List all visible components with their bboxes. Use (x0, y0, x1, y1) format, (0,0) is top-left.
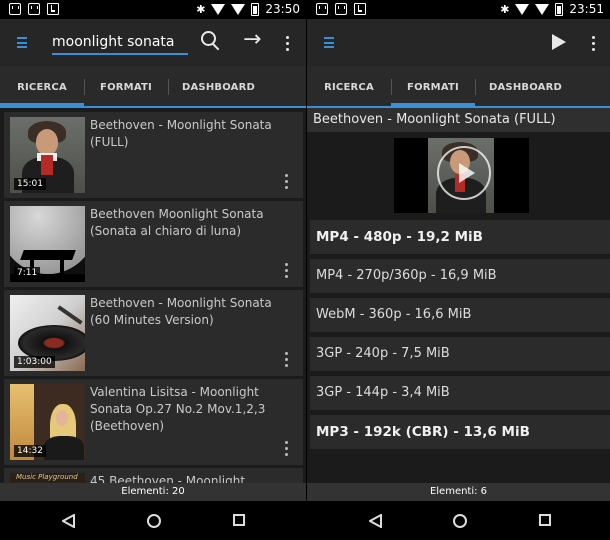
result-item[interactable]: 7:11 Beethoven Moonlight Sonata (Sonata … (4, 201, 303, 287)
video-title: Beethoven - Moonlight Sonata (60 Minutes… (90, 296, 272, 327)
video-thumbnail: 7:11 (10, 206, 85, 282)
format-option[interactable]: MP4 - 270p/360p - 16,9 MiB (310, 259, 610, 293)
duration-badge: 7:11 (14, 267, 41, 279)
tab-dashboard[interactable]: DASHBOARD (168, 66, 269, 108)
mail-icon (335, 3, 347, 15)
video-preview[interactable] (394, 138, 529, 213)
result-item[interactable]: 15:01 Beethoven - Moonlight Sonata (FULL… (4, 112, 303, 198)
back-icon[interactable] (369, 514, 382, 528)
bluetooth-icon: ✱ (196, 2, 206, 16)
results-list[interactable]: 15:01 Beethoven - Moonlight Sonata (FULL… (0, 110, 306, 483)
toolbar (307, 19, 610, 66)
format-option[interactable]: WebM - 360p - 16,6 MiB (310, 298, 610, 332)
format-option[interactable]: MP4 - 480p - 19,2 MiB (310, 220, 610, 254)
recents-icon[interactable] (539, 514, 551, 526)
search-icon[interactable] (201, 31, 219, 49)
search-screen: ✱ 23:50 → RICERCA FORMATI DASHBOARD 15:0… (0, 0, 306, 540)
wifi-icon (211, 3, 226, 15)
recents-icon[interactable] (233, 514, 245, 526)
tab-bar: RICERCA FORMATI DASHBOARD (307, 66, 610, 108)
formats-screen: ✱ 23:51 RICERCA FORMATI DASHBOARD Beetho… (307, 0, 610, 540)
video-title: 45 Beethoven - Moonlight Sonata (90, 474, 246, 483)
search-input[interactable] (52, 31, 188, 55)
result-item[interactable]: Music Playground 45 Beethoven - Moonligh… (4, 468, 303, 483)
video-thumbnail: 1:03:00 (10, 295, 85, 371)
menu-icon[interactable] (324, 37, 334, 48)
video-thumbnail: 15:01 (10, 117, 85, 193)
signal-icon (231, 3, 246, 15)
home-icon[interactable] (453, 514, 467, 528)
format-option[interactable]: 3GP - 144p - 3,4 MiB (310, 376, 610, 410)
navigation-bar (307, 501, 610, 540)
result-item[interactable]: 1:03:00 Beethoven - Moonlight Sonata (60… (4, 290, 303, 376)
clock: 23:50 (265, 2, 300, 16)
tab-formati[interactable]: FORMATI (391, 66, 475, 108)
video-title: Beethoven - Moonlight Sonata (FULL) (307, 108, 610, 132)
thumbnail-text: Music Playground (16, 473, 78, 481)
toolbar: → (0, 19, 306, 66)
more-options-icon[interactable] (286, 36, 289, 51)
tab-ricerca[interactable]: RICERCA (0, 66, 84, 108)
tab-ricerca[interactable]: RICERCA (307, 66, 391, 108)
more-options-icon[interactable] (285, 263, 288, 278)
items-count: Elementi: 6 (307, 483, 610, 501)
battery-icon (555, 2, 564, 16)
bluetooth-icon: ✱ (500, 2, 510, 16)
format-option[interactable]: 3GP - 240p - 7,5 MiB (310, 337, 610, 371)
menu-icon[interactable] (17, 37, 27, 48)
duration-badge: 15:01 (14, 178, 46, 190)
wifi-icon (515, 3, 530, 15)
status-bar: ✱ 23:51 (307, 0, 610, 19)
more-options-icon[interactable] (285, 441, 288, 456)
back-icon[interactable] (62, 514, 75, 528)
video-title: Beethoven - Moonlight Sonata (FULL) (90, 118, 272, 149)
play-icon[interactable] (552, 34, 566, 50)
tab-bar: RICERCA FORMATI DASHBOARD (0, 66, 306, 108)
status-bar: ✱ 23:50 (0, 0, 306, 19)
play-circle-icon[interactable] (437, 146, 491, 200)
video-title: Valentina Lisitsa - Moonlight Sonata Op.… (90, 385, 266, 433)
items-count: Elementi: 20 (0, 483, 306, 501)
download-icon (47, 3, 59, 15)
download-icon (354, 3, 366, 15)
result-item[interactable]: 14:32 Valentina Lisitsa - Moonlight Sona… (4, 379, 303, 465)
duration-badge: 14:32 (14, 445, 46, 457)
signal-icon (535, 3, 550, 15)
duration-badge: 1:03:00 (14, 356, 55, 368)
tab-formati[interactable]: FORMATI (84, 66, 168, 108)
video-thumbnail: 14:32 (10, 384, 85, 460)
arrow-right-icon[interactable]: → (243, 29, 261, 51)
message-icon (316, 3, 328, 15)
tab-dashboard[interactable]: DASHBOARD (475, 66, 576, 108)
format-option[interactable]: MP3 - 192k (CBR) - 13,6 MiB (310, 415, 610, 449)
more-options-icon[interactable] (285, 352, 288, 367)
message-icon (9, 3, 21, 15)
tab-divider (0, 106, 306, 108)
more-options-icon[interactable] (592, 36, 595, 51)
battery-icon (251, 2, 260, 16)
video-title: Beethoven Moonlight Sonata (Sonata al ch… (90, 207, 264, 238)
more-options-icon[interactable] (285, 174, 288, 189)
video-thumbnail: Music Playground (10, 473, 85, 483)
mail-icon (28, 3, 40, 15)
navigation-bar (0, 501, 306, 540)
clock: 23:51 (569, 2, 604, 16)
home-icon[interactable] (147, 514, 161, 528)
